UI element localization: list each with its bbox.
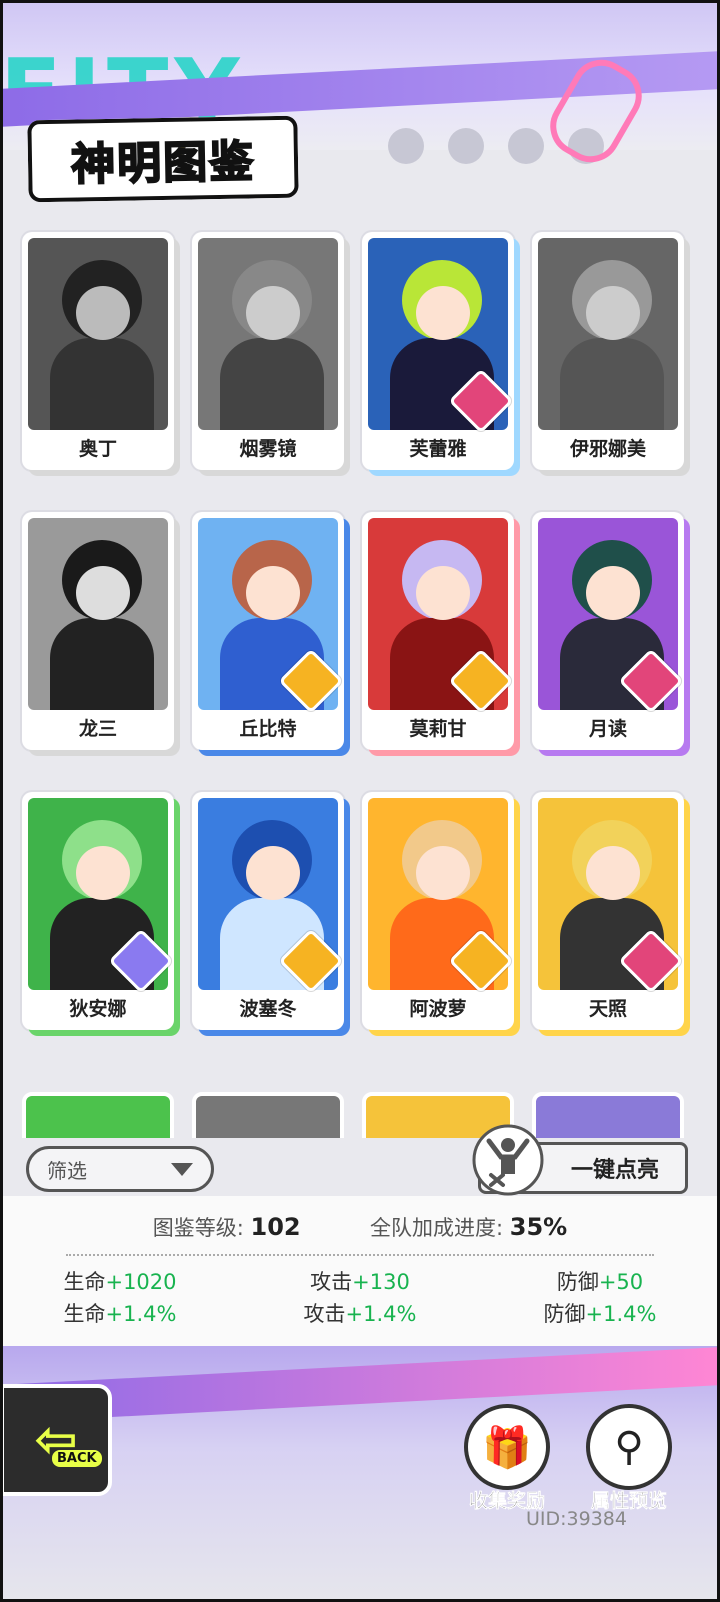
deity-card[interactable] [22, 1092, 174, 1138]
bottom-bar: ⇦ BACK 🎁 收集奖励 ⚲ 属性预览 UID:39384 [0, 1346, 720, 1602]
deity-card[interactable]: 阿波萝 [362, 792, 514, 1030]
deity-name: 烟雾镜 [239, 438, 297, 460]
bonus-hp-percent: 生命+1.4% [63, 1302, 177, 1326]
decor-dot [448, 128, 484, 164]
attribute-preview-button[interactable]: ⚲ 属性预览 [554, 1404, 704, 1513]
bonus-hp: 生命+1020 [63, 1270, 177, 1294]
deity-name: 莫莉甘 [409, 718, 467, 740]
back-button[interactable]: ⇦ BACK [0, 1384, 112, 1496]
deity-portrait [198, 238, 338, 430]
deity-card[interactable] [532, 1092, 684, 1138]
bonus-attack-percent: 攻击+1.4% [303, 1302, 417, 1326]
light-up-all-label: 一键点亮 [570, 1158, 659, 1183]
collection-level-value: 102 [250, 1213, 301, 1241]
decor-dot [388, 128, 424, 164]
stats-panel: 图鉴等级: 102 全队加成进度: 35% 生命+1020 攻击+130 防御+… [0, 1196, 720, 1346]
cheer-icon [472, 1124, 544, 1196]
bonus-attack: 攻击+130 [310, 1270, 410, 1294]
bonus-defense-percent: 防御+1.4% [543, 1302, 657, 1326]
deity-card-grid: 奥丁 烟雾镜 芙蕾雅 伊邪娜美 龙三 丘比特 莫莉甘 月读 狄安娜 波塞冬 阿波… [22, 232, 702, 1030]
deity-card[interactable]: 龙三 [22, 512, 174, 750]
divider [66, 1254, 654, 1256]
deity-portrait [28, 238, 168, 430]
deity-name: 奥丁 [78, 438, 117, 460]
decor-dot [508, 128, 544, 164]
chevron-down-icon [171, 1162, 193, 1176]
bonus-defense: 防御+50 [556, 1270, 644, 1294]
filter-bar: 筛选 一键点亮 [0, 1124, 720, 1198]
collection-level-label: 图鉴等级: [152, 1216, 244, 1240]
magnifier-icon: ⚲ [586, 1404, 672, 1490]
deity-card[interactable]: 天照 [532, 792, 684, 1030]
deity-name: 阿波萝 [409, 998, 467, 1020]
deity-card[interactable]: 波塞冬 [192, 792, 344, 1030]
bonus-grid: 生命+1020 攻击+130 防御+50 生命+1.4% 攻击+1.4% 防御+… [0, 1266, 720, 1330]
back-label: BACK [52, 1450, 102, 1467]
filter-dropdown[interactable]: 筛选 [26, 1146, 214, 1192]
deity-card[interactable]: 狄安娜 [22, 792, 174, 1030]
deity-name: 狄安娜 [69, 998, 127, 1020]
deity-card[interactable]: 莫莉甘 [362, 512, 514, 750]
bonus-row-flat: 生命+1020 攻击+130 防御+50 [0, 1266, 720, 1298]
deity-name: 伊邪娜美 [569, 438, 646, 460]
bonus-row-percent: 生命+1.4% 攻击+1.4% 防御+1.4% [0, 1298, 720, 1330]
deity-card[interactable]: 伊邪娜美 [532, 232, 684, 470]
filter-label: 筛选 [47, 1158, 87, 1183]
deity-card[interactable]: 烟雾镜 [192, 232, 344, 470]
page-title: 神明图鉴 [27, 115, 299, 203]
page-title-text: 神明图鉴 [70, 135, 257, 191]
team-bonus-progress-value: 35% [509, 1213, 568, 1241]
deity-name: 丘比特 [239, 718, 297, 740]
deity-name: 龙三 [78, 718, 117, 740]
deity-card[interactable]: 芙蕾雅 [362, 232, 514, 470]
deity-portrait [538, 238, 678, 430]
deity-name: 月读 [588, 718, 627, 740]
deity-name: 芙蕾雅 [409, 438, 467, 460]
deity-card[interactable]: 奥丁 [22, 232, 174, 470]
deity-card-row-partial [22, 1092, 702, 1138]
deity-card[interactable] [192, 1092, 344, 1138]
deity-card[interactable]: 丘比特 [192, 512, 344, 750]
deity-name: 天照 [588, 998, 627, 1020]
deity-name: 波塞冬 [239, 998, 297, 1020]
deity-portrait [28, 518, 168, 710]
team-bonus-progress-label: 全队加成进度: [370, 1216, 504, 1240]
user-id: UID:39384 [526, 1508, 627, 1530]
deity-card[interactable]: 月读 [532, 512, 684, 750]
light-up-all-button[interactable]: 一键点亮 [472, 1124, 688, 1196]
stats-summary: 图鉴等级: 102 全队加成进度: 35% [0, 1212, 720, 1242]
gift-icon: 🎁 [464, 1404, 550, 1490]
